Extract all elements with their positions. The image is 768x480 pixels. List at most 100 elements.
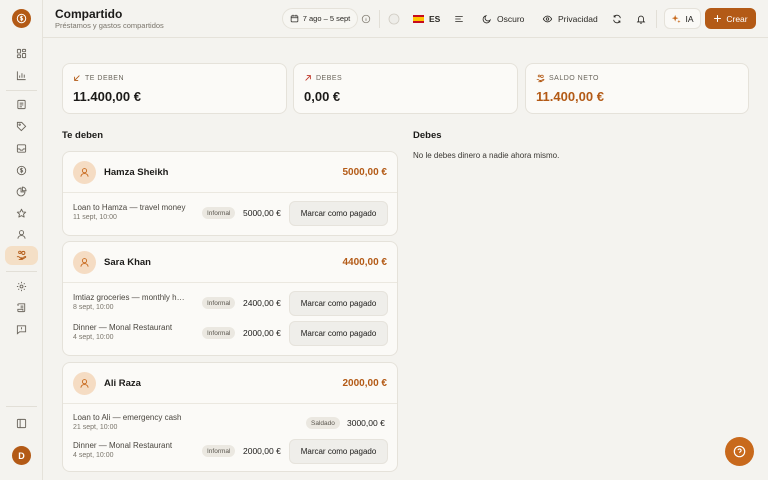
sidebar-item-scroll[interactable] [5, 298, 38, 317]
page-title: Compartido [55, 7, 123, 21]
debt-row: Loan to Hamza — travel money 11 sept, 10… [63, 199, 397, 229]
language-label: ES [429, 13, 441, 24]
mark-paid-button[interactable]: Marcar como pagado [289, 439, 388, 464]
person-card: Sara Khan 4400,00 € Imtiaz groceries — m… [62, 241, 398, 356]
person-total: 4400,00 € [342, 257, 388, 268]
privacy-label: Privacidad [558, 13, 598, 24]
stat-value: 11.400,00 € [536, 89, 604, 104]
mark-paid-button[interactable]: Marcar como pagado [289, 201, 388, 226]
message-alert-icon [16, 325, 27, 335]
stat-card-net-balance: SALDO NETO 11.400,00 € [525, 63, 749, 114]
debt-description: Loan to Hamza — travel money [73, 203, 186, 212]
scroll-icon [17, 303, 26, 313]
pie-chart-icon [16, 186, 27, 197]
theme-label: Oscuro [497, 13, 525, 24]
create-button[interactable]: Crear [705, 8, 756, 29]
debt-amount: 5000,00 € [243, 208, 281, 218]
privacy-toggle[interactable]: Privacidad [542, 8, 598, 29]
app-logo[interactable] [12, 9, 31, 28]
eye-icon [542, 15, 553, 22]
inbox-icon [16, 144, 27, 153]
sidebar-item-tags[interactable] [5, 117, 38, 136]
debt-date: 4 sept, 10:00 [73, 334, 114, 341]
status-badge: Informal [202, 445, 236, 457]
date-range-label: 7 ago – 5 sept [302, 14, 351, 23]
notifications-button[interactable] [636, 8, 646, 29]
sidebar-item-shared[interactable] [5, 246, 38, 265]
star-icon [16, 208, 27, 218]
arrow-up-right-icon [305, 75, 311, 81]
avatar[interactable]: D [12, 446, 31, 465]
sidebar: D [0, 0, 43, 480]
coin-icon [16, 13, 27, 24]
language-selector[interactable]: ES [413, 8, 440, 29]
stat-label: SALDO NETO [549, 75, 599, 82]
person-card: Ali Raza 2000,00 € Loan to Ali — emergen… [62, 362, 398, 472]
dollar-circle-icon [16, 165, 27, 176]
person-avatar [73, 372, 96, 395]
document-icon [17, 99, 26, 110]
header-divider [379, 10, 380, 28]
debt-description: Dinner — Monal Restaurant [73, 323, 173, 332]
ai-button[interactable]: IA [664, 8, 701, 29]
gear-icon [16, 281, 27, 292]
sidebar-item-analytics[interactable] [5, 182, 38, 201]
person-avatar [73, 161, 96, 184]
ai-label: IA [685, 13, 694, 24]
debt-description: Imtiaz groceries — monthly h… [73, 293, 185, 302]
stat-card-owed-to-me: TE DEBEN 11.400,00 € [62, 63, 287, 114]
debt-amount: 2400,00 € [243, 298, 281, 308]
status-badge: Informal [202, 207, 236, 219]
user-icon [80, 258, 89, 267]
moon-icon [482, 14, 491, 23]
sparkles-icon [672, 14, 682, 23]
sidebar-item-contacts[interactable] [5, 225, 38, 244]
sidebar-toggle[interactable] [5, 414, 38, 433]
debt-date: 11 sept, 10:00 [73, 214, 117, 221]
mark-paid-button[interactable]: Marcar como pagado [289, 321, 388, 346]
person-name: Ali Raza [104, 378, 141, 389]
mark-paid-button[interactable]: Marcar como pagado [289, 291, 388, 316]
top-header: Compartido Préstamos y gastos compartido… [43, 0, 768, 38]
plus-icon [714, 15, 722, 22]
info-icon [361, 14, 371, 23]
status-badge: Informal [202, 297, 236, 309]
page-subtitle: Préstamos y gastos compartidos [55, 21, 164, 30]
help-button[interactable] [725, 437, 754, 466]
person-card: Hamza Sheikh 5000,00 € Loan to Hamza — t… [62, 151, 398, 236]
sidebar-item-feedback[interactable] [5, 320, 38, 339]
sidebar-item-money[interactable] [5, 161, 38, 180]
debt-row: Dinner — Monal Restaurant 4 sept, 10:00 … [63, 437, 397, 467]
user-icon [80, 379, 89, 388]
person-total: 2000,00 € [342, 378, 388, 389]
sync-status[interactable] [388, 8, 400, 29]
sidebar-item-dashboard[interactable] [5, 44, 38, 63]
sidebar-item-favorites[interactable] [5, 204, 38, 223]
theme-toggle[interactable]: Oscuro [482, 8, 524, 29]
date-info-button[interactable] [361, 8, 371, 29]
debt-date: 8 sept, 10:00 [73, 304, 114, 311]
sidebar-item-reports[interactable] [5, 66, 38, 85]
card-divider [63, 403, 397, 404]
sidebar-divider [6, 406, 37, 407]
user-icon [80, 168, 89, 177]
sidebar-item-settings[interactable] [5, 277, 38, 296]
calendar-icon [290, 14, 298, 23]
debt-date: 21 sept, 10:00 [73, 424, 118, 431]
header-divider [656, 10, 657, 28]
date-range-picker[interactable]: 7 ago – 5 sept [282, 8, 358, 29]
stat-label: DEBES [316, 74, 343, 82]
menu-toggle[interactable] [454, 8, 464, 29]
sidebar-item-inbox[interactable] [5, 139, 38, 158]
dashboard-icon [16, 48, 27, 59]
debt-amount: 3000,00 € [347, 418, 385, 428]
tag-icon [16, 121, 27, 132]
create-label: Crear [726, 13, 748, 24]
help-icon [733, 445, 746, 458]
hand-coins-icon [536, 74, 545, 83]
sidebar-item-transactions[interactable] [5, 95, 38, 114]
debt-row: Loan to Ali — emergency cash 21 sept, 10… [63, 409, 397, 439]
refresh-button[interactable] [612, 8, 622, 29]
align-left-icon [455, 15, 463, 22]
hand-coins-icon [16, 250, 27, 260]
